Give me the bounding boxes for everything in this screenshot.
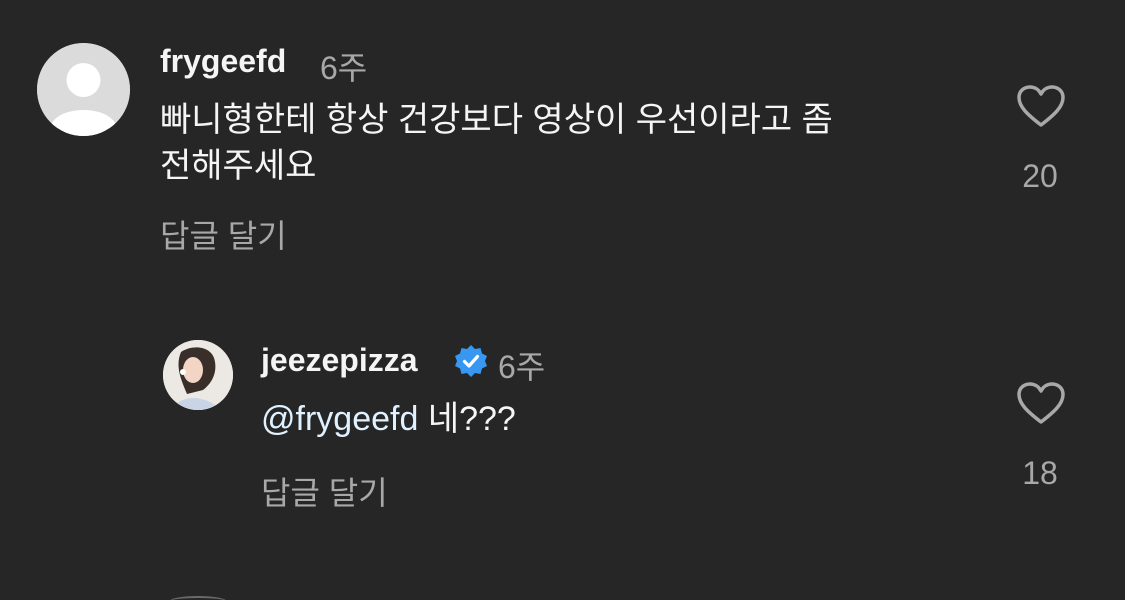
reply-timestamp: 6주 <box>498 349 546 385</box>
heart-icon <box>1017 85 1065 127</box>
comments-screen: frygeefd 6주 빠니형한테 항상 건강보다 영상이 우선이라고 좀 전해… <box>0 0 1125 600</box>
reply-text-body: 네??? <box>427 400 516 438</box>
reply-text: @frygeefd 네??? <box>261 393 516 445</box>
reply-username[interactable]: jeezepizza <box>261 342 418 379</box>
like-count: 18 <box>1022 455 1058 491</box>
like-button[interactable] <box>1016 381 1066 425</box>
verified-badge-icon <box>454 344 488 383</box>
comment-text-line2: 전해주세요 <box>160 147 317 185</box>
like-button[interactable] <box>1016 84 1066 128</box>
heart-icon <box>1017 382 1065 424</box>
comment-timestamp: 6주 <box>320 50 368 86</box>
mention-link[interactable]: @frygeefd <box>261 400 418 438</box>
comment-username[interactable]: frygeefd <box>160 43 286 80</box>
profile-photo[interactable] <box>163 340 233 410</box>
next-comment-avatar <box>170 596 226 600</box>
comment-text-line1: 빠니형한테 항상 건강보다 영상이 우선이라고 좀 <box>160 101 833 139</box>
reply-button[interactable]: 답글 달기 <box>261 468 388 514</box>
reply-button[interactable]: 답글 달기 <box>160 211 287 257</box>
default-avatar-icon[interactable] <box>37 43 130 136</box>
like-count: 20 <box>1022 158 1058 194</box>
